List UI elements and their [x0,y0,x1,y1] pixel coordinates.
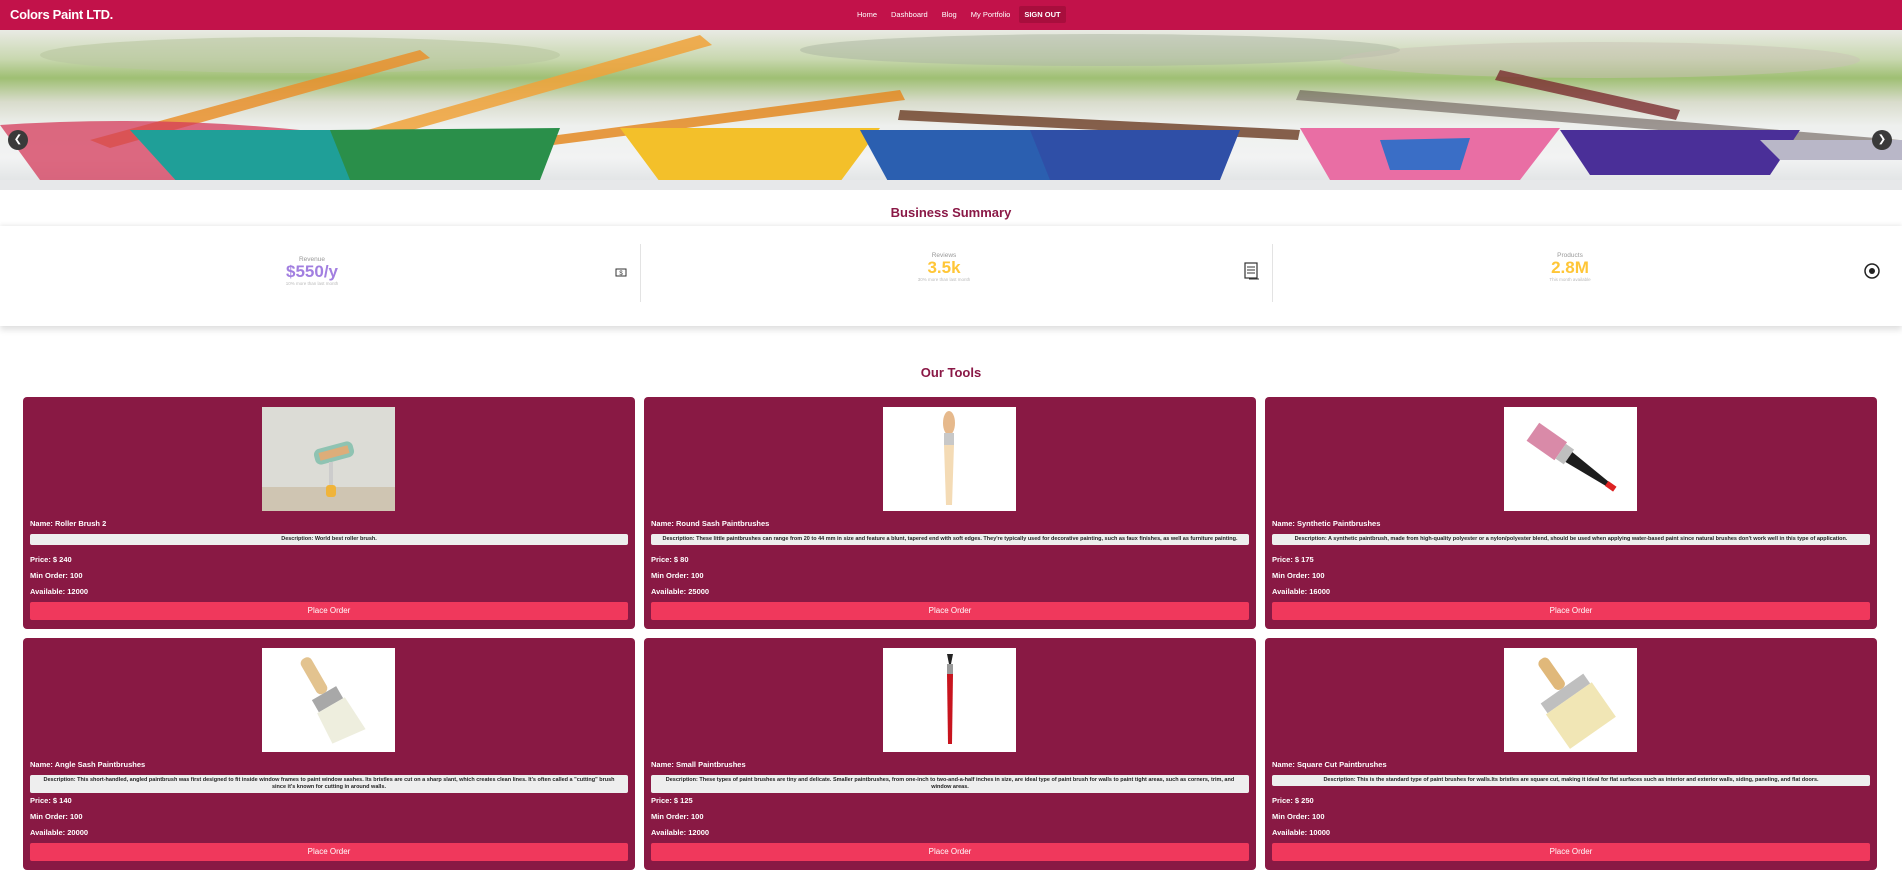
tool-price: Price: $ 175 [1272,555,1314,564]
place-order-button[interactable]: Place Order [1272,602,1870,620]
tool-min-order: Min Order: 100 [30,812,83,821]
chevron-left-icon: ❮ [13,134,23,145]
place-order-button[interactable]: Place Order [651,843,1249,861]
tool-card: Name: Roller Brush 2 Description: World … [23,397,635,629]
stat-divider [640,244,641,302]
tool-description: Description: A synthetic paintbrush, mad… [1272,534,1870,545]
stat-products: Products 2.8M This month available [1520,252,1620,352]
stat-sub: 10% more than last month [285,281,339,286]
hero-carousel: ❮ ❯ [0,30,1902,190]
stat-value: $550/y [286,262,338,281]
stat-revenue: Revenue $550/y 10% more than last month [262,256,362,356]
stat-sub: This month available [1549,277,1591,282]
tool-card: Name: Square Cut Paintbrushes Descriptio… [1265,638,1877,870]
roller-brush-image [262,407,395,511]
tool-card: Name: Small Paintbrushes Description: Th… [644,638,1256,870]
business-summary: Revenue $550/y 10% more than last month … [0,226,1902,326]
tool-card: Name: Angle Sash Paintbrushes Descriptio… [23,638,635,870]
tool-price: Price: $ 140 [30,796,72,805]
tool-price: Price: $ 250 [1272,796,1314,805]
chevron-right-icon: ❯ [1877,134,1887,145]
nav-dashboard[interactable]: Dashboard [886,6,933,23]
hero-paint-image [0,34,1902,190]
place-order-button[interactable]: Place Order [1272,843,1870,861]
place-order-button[interactable]: Place Order [651,602,1249,620]
tool-available: Available: 25000 [651,587,710,596]
stat-divider [1272,244,1273,302]
stat-value: 2.8M [1551,258,1589,277]
tool-name: Name: Round Sash Paintbrushes [651,519,770,528]
nav-portfolio[interactable]: My Portfolio [966,6,1016,23]
tool-min-order: Min Order: 100 [651,571,704,580]
sign-out-button[interactable]: SIGN OUT [1019,6,1066,23]
tool-name: Name: Small Paintbrushes [651,760,746,769]
tool-name: Name: Square Cut Paintbrushes [1272,760,1387,769]
business-summary-title: Business Summary [890,205,1012,220]
tool-price: Price: $ 125 [651,796,693,805]
tool-card: Name: Synthetic Paintbrushes Description… [1265,397,1877,629]
carousel-prev-button[interactable]: ❮ [8,130,28,150]
tool-name: Name: Angle Sash Paintbrushes [30,760,146,769]
tool-min-order: Min Order: 100 [651,812,704,821]
angle-sash-brush-image [262,648,395,752]
round-sash-brush-image [883,407,1016,511]
stat-reviews: Reviews 3.5k 30% more than last month [894,252,994,352]
nav-links: Home Dashboard Blog My Portfolio SIGN OU… [852,6,1066,23]
tool-min-order: Min Order: 100 [1272,571,1325,580]
tool-available: Available: 12000 [651,828,710,837]
place-order-button[interactable]: Place Order [30,602,628,620]
tool-min-order: Min Order: 100 [30,571,83,580]
square-cut-brush-image [1504,648,1637,752]
tool-price: Price: $ 240 [30,555,72,564]
synthetic-brush-image [1504,407,1637,511]
tool-description: Description: These little paintbrushes c… [651,534,1249,545]
tool-price: Price: $ 80 [651,555,689,564]
tool-description: Description: This short-handled, angled … [30,775,628,793]
our-tools-title: Our Tools [920,365,982,380]
tool-card: Name: Round Sash Paintbrushes Descriptio… [644,397,1256,629]
tool-available: Available: 16000 [1272,587,1331,596]
carousel-next-button[interactable]: ❯ [1872,130,1892,150]
stat-sub: 30% more than last month [917,277,971,282]
document-icon [1244,262,1260,283]
brand-logo[interactable]: Colors Paint LTD. [10,0,113,30]
tool-name: Name: Synthetic Paintbrushes [1272,519,1381,528]
tool-available: Available: 20000 [30,828,89,837]
tool-description: Description: World best roller brush. [30,534,628,545]
globe-icon [1864,263,1880,282]
place-order-button[interactable]: Place Order [30,843,628,861]
tool-available: Available: 10000 [1272,828,1331,837]
tool-description: Description: These types of paint brushe… [651,775,1249,793]
dollar-icon: $ [615,266,627,281]
tool-name: Name: Roller Brush 2 [30,519,107,528]
tool-description: Description: This is the standard type o… [1272,775,1870,786]
nav-blog[interactable]: Blog [937,6,962,23]
tool-available: Available: 12000 [30,587,89,596]
top-navbar: Colors Paint LTD. Home Dashboard Blog My… [0,0,1902,30]
stat-value: 3.5k [927,258,961,277]
nav-home[interactable]: Home [852,6,882,23]
tool-min-order: Min Order: 100 [1272,812,1325,821]
small-brush-image [883,648,1016,752]
